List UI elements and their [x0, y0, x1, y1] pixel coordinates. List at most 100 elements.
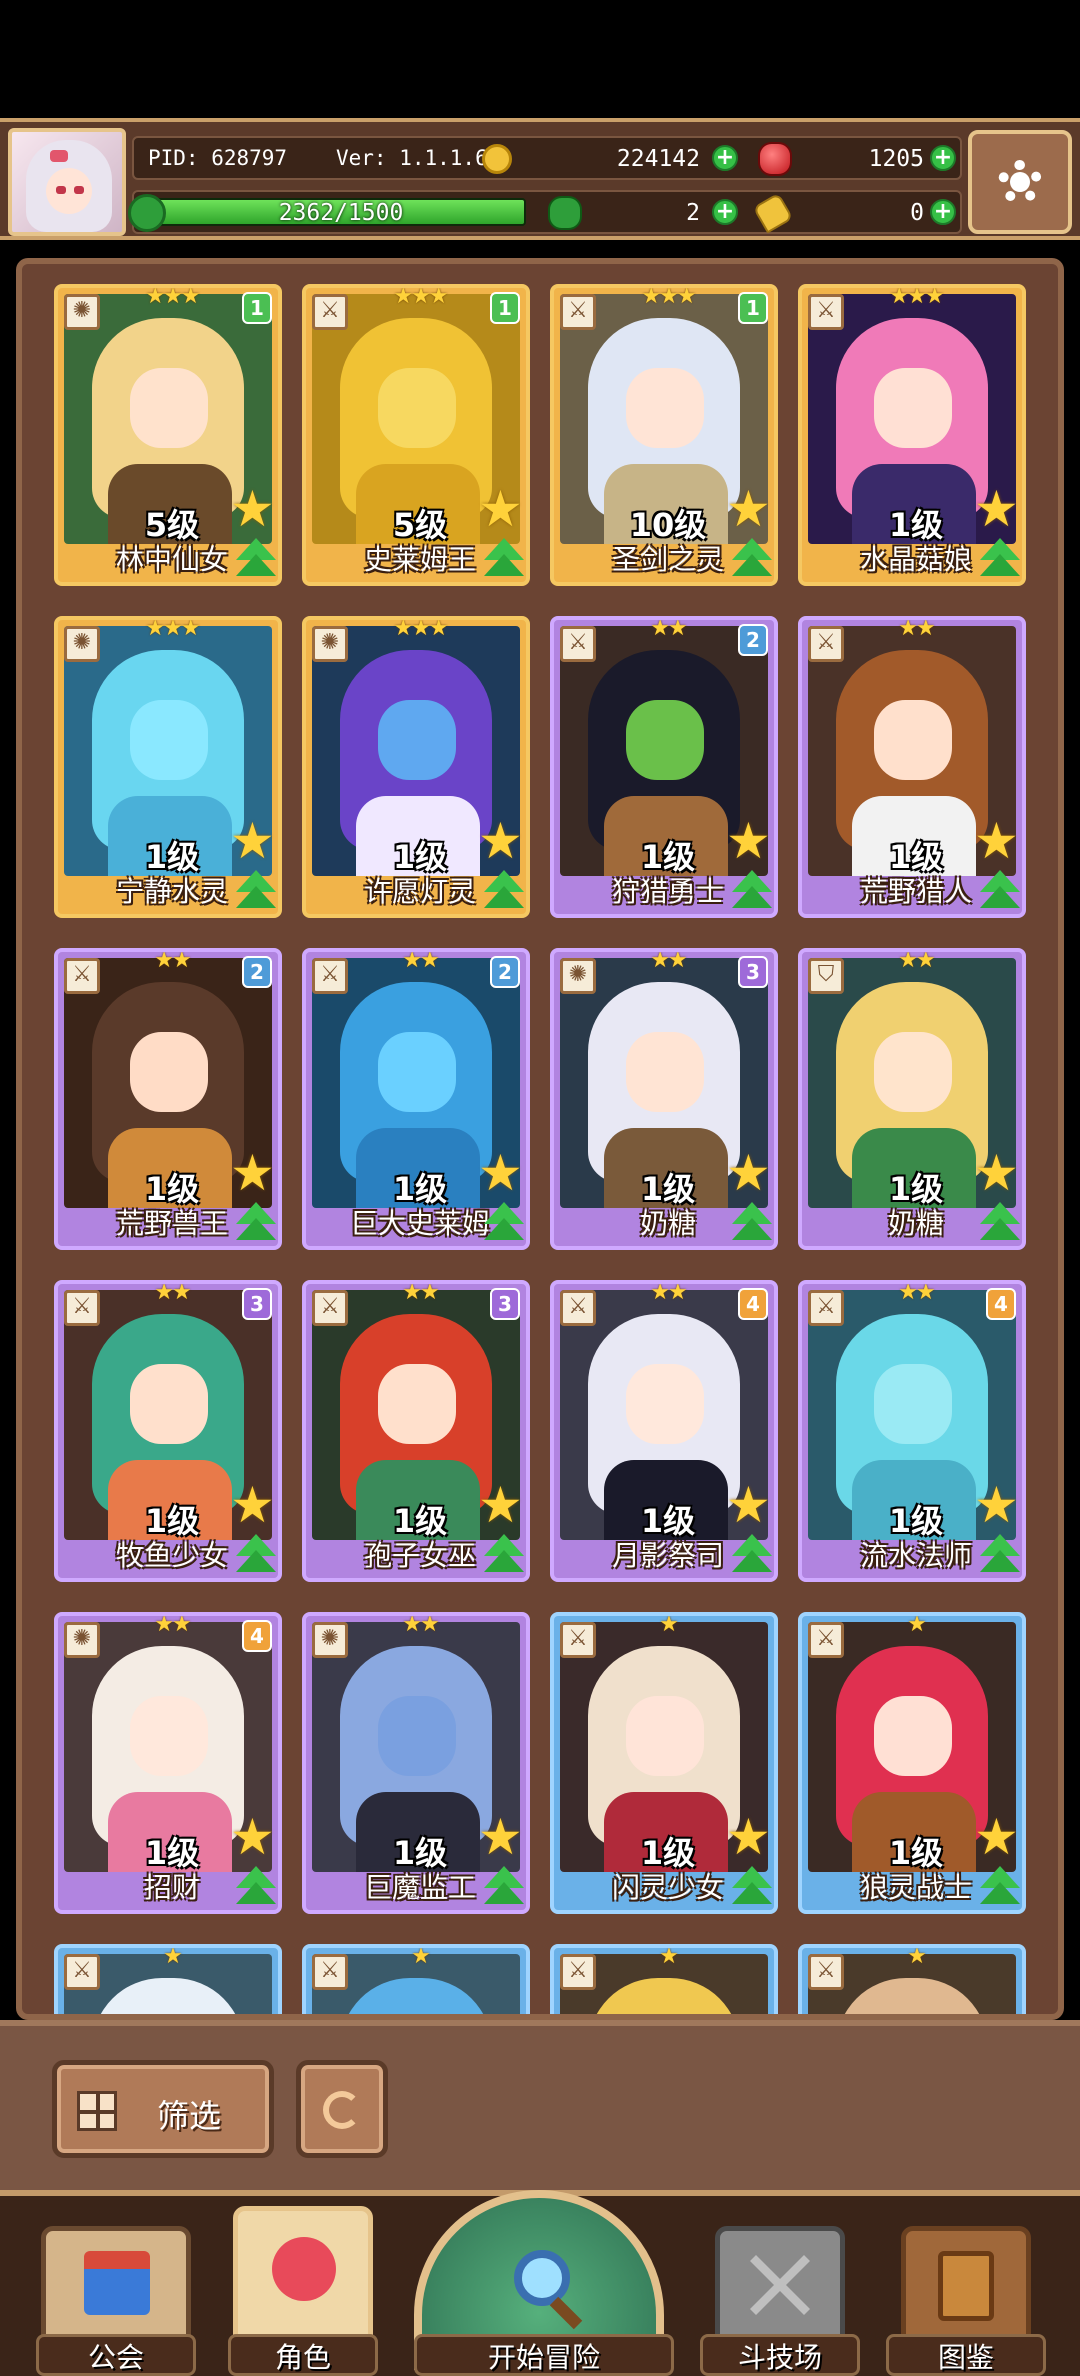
- character-frame: [233, 2206, 373, 2346]
- portrait-hair: [836, 1978, 988, 2014]
- bottom-navigation: 公会 角色 开始冒险 斗技场 图鉴: [0, 2190, 1080, 2376]
- nav-arena-label: 斗技场: [700, 2334, 860, 2376]
- copy-count-badge: 1: [738, 292, 768, 324]
- settings-button[interactable]: [968, 130, 1072, 234]
- level-up-arrow-icon: [482, 1866, 526, 1908]
- top-status-bar: PID: 628797 Ver: 1.1.1.6 224142 + 1205 +…: [0, 118, 1080, 240]
- rarity-stars: ★: [907, 1612, 927, 1637]
- portrait-face: [130, 368, 208, 448]
- avatar-eye-right: [74, 186, 84, 194]
- portrait-face: [626, 700, 704, 780]
- add-gem-button[interactable]: +: [930, 145, 956, 171]
- nav-character[interactable]: 角色: [228, 2206, 378, 2376]
- character-card[interactable]: ⚔ ★: [798, 1944, 1026, 2014]
- arrow-bottom: [236, 1550, 276, 1572]
- nav-codex[interactable]: 图鉴: [886, 2226, 1046, 2376]
- character-card[interactable]: ⚔ ★★ 2 1级 ★ 荒野兽王: [54, 948, 282, 1250]
- add-clover-button[interactable]: +: [712, 199, 738, 225]
- filter-grid-icon: [77, 2091, 117, 2131]
- portrait-face: [626, 368, 704, 448]
- filter-label: 筛选: [157, 2097, 222, 2135]
- arrow-bottom: [236, 554, 276, 576]
- character-card[interactable]: ✺ ★★ 4 1级 ★ 招财: [54, 1612, 282, 1914]
- refresh-button[interactable]: [296, 2060, 388, 2158]
- portrait-face: [874, 1364, 952, 1444]
- star-upgrade-icon: ★: [230, 812, 275, 870]
- character-card[interactable]: ⚔ ★★ 2 1级 ★ 狩猎勇士: [550, 616, 778, 918]
- nav-guild[interactable]: 公会: [36, 2226, 196, 2376]
- character-card[interactable]: ⚔ ★: [550, 1944, 778, 2014]
- filter-button[interactable]: 筛选: [52, 2060, 274, 2158]
- add-gold-button[interactable]: +: [712, 145, 738, 171]
- level-up-arrow-icon: [482, 870, 526, 912]
- book-icon: [938, 2251, 994, 2321]
- star-upgrade-icon: ★: [726, 480, 771, 538]
- portrait-hair: [340, 1978, 492, 2014]
- copy-count-badge: 4: [986, 1288, 1016, 1320]
- star-upgrade-icon: ★: [726, 1144, 771, 1202]
- add-key-button[interactable]: +: [930, 199, 956, 225]
- nav-adventure-label: 开始冒险: [414, 2334, 674, 2376]
- arrow-bottom: [980, 1882, 1020, 1904]
- level-up-arrow-icon: [234, 1866, 278, 1908]
- portrait-face: [130, 1696, 208, 1776]
- star-upgrade-icon: ★: [230, 480, 275, 538]
- nav-adventure[interactable]: 开始冒险: [414, 2190, 674, 2376]
- character-card[interactable]: ⚔ ★: [54, 1944, 282, 2014]
- character-card[interactable]: ⛉ ★★ 1级 ★ 奶糖: [798, 948, 1026, 1250]
- arrow-bottom: [732, 1218, 772, 1240]
- resource-row: 2362/1500 2 + 0 +: [128, 190, 962, 234]
- avatar-bow: [50, 150, 68, 162]
- copy-count-badge: 1: [490, 292, 520, 324]
- character-card[interactable]: ⚔ ★★ 1级 ★ 荒野猎人: [798, 616, 1026, 918]
- level-up-arrow-icon: [730, 870, 774, 912]
- level-up-arrow-icon: [730, 1866, 774, 1908]
- portrait-hair: [92, 1978, 244, 2014]
- arena-frame: [715, 2226, 845, 2346]
- character-card[interactable]: ✺ ★★★ 1 5级 ★ 林中仙女: [54, 284, 282, 586]
- star-upgrade-icon: ★: [230, 1144, 275, 1202]
- rarity-stars: ★: [411, 1944, 431, 1969]
- portrait-face: [130, 1364, 208, 1444]
- filter-toolbar: 筛选: [0, 2020, 1080, 2190]
- character-card[interactable]: ✺ ★★ 3 1级 ★ 奶糖: [550, 948, 778, 1250]
- clover-amount: 2: [686, 200, 700, 226]
- level-up-arrow-icon: [234, 1202, 278, 1244]
- portrait-face: [874, 368, 952, 448]
- star-upgrade-icon: ★: [974, 1476, 1019, 1534]
- arrow-bottom: [484, 886, 524, 908]
- character-card[interactable]: ⚔ ★★★ 1 10级 ★ 圣剑之灵: [550, 284, 778, 586]
- character-card[interactable]: ✺ ★★★ 1级 ★ 许愿灯灵: [302, 616, 530, 918]
- character-card[interactable]: ⚔ ★★ 4 1级 ★ 流水法师: [798, 1280, 1026, 1582]
- character-card[interactable]: ⚔ ★★ 2 1级 ★ 巨大史莱姆: [302, 948, 530, 1250]
- character-card[interactable]: ✺ ★★★ 1级 ★ 宁静水灵: [54, 616, 282, 918]
- nav-arena[interactable]: 斗技场: [700, 2226, 860, 2376]
- character-list-panel[interactable]: ✺ ★★★ 1 5级 ★ 林中仙女 ⚔ ★★★ 1 5级 ★ 史莱姆王 ⚔ ★★★ 1 10级 ★ 圣剑之灵 ⚔ ★★…: [16, 258, 1064, 2020]
- rarity-stars: ★★★: [393, 616, 448, 641]
- star-upgrade-icon: ★: [478, 1808, 523, 1866]
- crossed-swords-icon: [750, 2255, 810, 2315]
- character-card[interactable]: ⚔ ★: [302, 1944, 530, 2014]
- character-card[interactable]: ⚔ ★ 1级 ★ 狼灵战士: [798, 1612, 1026, 1914]
- star-upgrade-icon: ★: [726, 1808, 771, 1866]
- character-card[interactable]: ⚔ ★★ 4 1级 ★ 月影祭司: [550, 1280, 778, 1582]
- copy-count-badge: 4: [738, 1288, 768, 1320]
- character-card[interactable]: ⚔ ★★★ 1级 ★ 水晶菇娘: [798, 284, 1026, 586]
- character-card[interactable]: ⚔ ★★ 3 1级 ★ 牧鱼少女: [54, 1280, 282, 1582]
- codex-frame: [901, 2226, 1031, 2346]
- character-card[interactable]: ⚔ ★★ 3 1级 ★ 孢子女巫: [302, 1280, 530, 1582]
- player-avatar[interactable]: [8, 128, 126, 236]
- character-card[interactable]: ⚔ ★ 1级 ★ 闪灵少女: [550, 1612, 778, 1914]
- character-card[interactable]: ✺ ★★ 1级 ★ 巨魔监工: [302, 1612, 530, 1914]
- gear-hub: [1010, 172, 1030, 192]
- star-upgrade-icon: ★: [726, 812, 771, 870]
- portrait-face: [378, 1032, 456, 1112]
- rarity-stars: ★★: [898, 616, 935, 641]
- star-upgrade-icon: ★: [974, 812, 1019, 870]
- rarity-stars: ★: [659, 1944, 679, 1969]
- character-card[interactable]: ⚔ ★★★ 1 5级 ★ 史莱姆王: [302, 284, 530, 586]
- rarity-stars: ★★: [898, 948, 935, 973]
- portrait-face: [130, 1032, 208, 1112]
- red-gem-icon: [758, 142, 792, 176]
- nav-codex-label: 图鉴: [886, 2334, 1046, 2376]
